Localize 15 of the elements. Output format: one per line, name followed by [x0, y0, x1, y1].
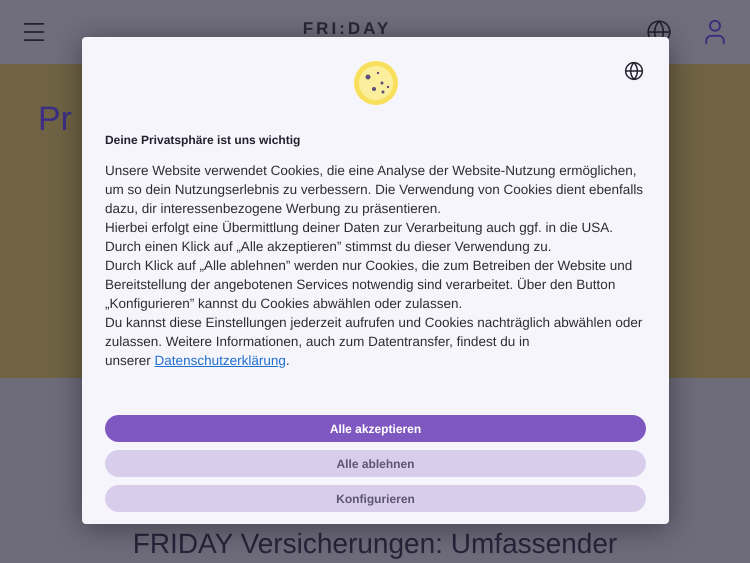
cookie-icon: [352, 59, 400, 107]
hero-title: Pr: [38, 100, 72, 138]
dialog-paragraph: Hierbei erfolgt eine Übermittlung deiner Daten zur Verarbeitung auch ggf. in die USA.: [105, 219, 614, 237]
dialog-paragraph: Durch Klick auf „Alle ablehnen” werden nur Cookies, die zum Betreiben der Website und Bereitstellung der angebotenen Services notwendig sind verarbeitet. Über den Button „Konfigurieren” kannst du Cookies abwählen oder zulassen.: [105, 257, 634, 313]
language-icon[interactable]: [624, 61, 644, 81]
consent-button[interactable]: Alle akzeptieren: [105, 415, 646, 442]
consent-button[interactable]: Konfigurieren: [105, 485, 646, 512]
consent-button[interactable]: Alle ablehnen: [105, 450, 646, 477]
dialog-paragraph: Durch einen Klick auf „Alle akzeptieren” stimmst du dieser Verwendung zu.: [105, 238, 552, 256]
dialog-title: Deine Privatsphäre ist uns wichtig: [105, 132, 302, 149]
dialog-paragraph: Unsere Website verwendet Cookies, die eine Analyse der Website-Nutzung ermöglichen, um so dein Nutzungserlebnis zu verbessern. Die Verwendung von Cookies dient ebenfalls dazu, dir interessenbezogene Werbung zu präsentieren.: [105, 162, 644, 218]
logo[interactable]: FRI:DAY: [302, 20, 392, 37]
privacy-link[interactable]: Datenschutzerklärung: [154, 353, 286, 368]
section-heading: FRIDAY Versicherungen: Umfassender: [132, 528, 618, 560]
dialog-paragraph: Du kannst diese Einstellungen jederzeit aufrufen und Cookies nachträglich abwählen oder zulassen. Weitere Informationen, auch zum Datentransfer, findest du in unserer Datenschutzerklärung.: [105, 314, 644, 370]
